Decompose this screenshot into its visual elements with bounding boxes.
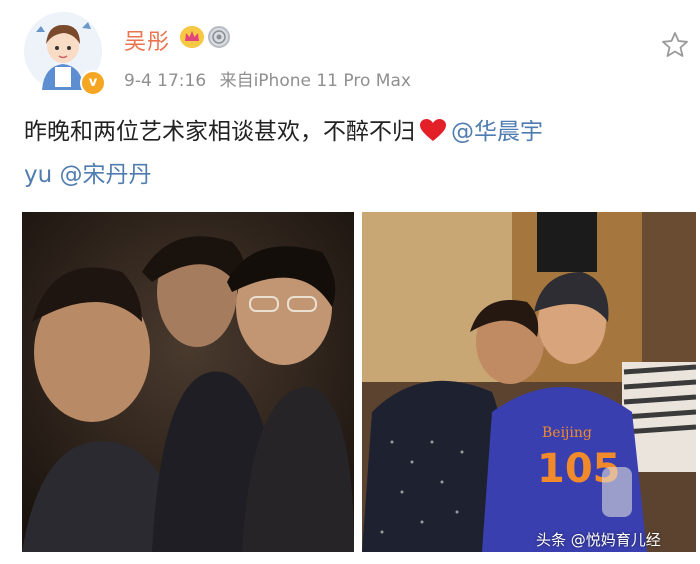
mention-link[interactable]: @宋丹丹 bbox=[60, 162, 152, 188]
heart-icon bbox=[419, 115, 447, 155]
photo-2-content: 105 Beijing bbox=[362, 212, 696, 552]
medal-icon bbox=[208, 26, 230, 48]
photo-1-content bbox=[22, 212, 354, 552]
weibo-post: v 吴彤 9-4 17:16 来自iPhone 11 Pro Max 昨晚和两位… bbox=[0, 0, 700, 564]
user-badges bbox=[180, 26, 230, 48]
post-body-text: 昨晚和两位艺术家相谈甚欢，不醉不归 bbox=[24, 119, 415, 145]
post-meta: 9-4 17:16 来自iPhone 11 Pro Max bbox=[124, 66, 419, 91]
post-source[interactable]: 来自iPhone 11 Pro Max bbox=[220, 71, 411, 91]
svg-text:Beijing: Beijing bbox=[542, 425, 592, 441]
crown-icon bbox=[180, 26, 204, 48]
watermark: 头条 @悦妈育儿经 bbox=[536, 531, 661, 549]
star-icon bbox=[662, 32, 688, 57]
verified-badge: v bbox=[80, 70, 106, 96]
favorite-button[interactable] bbox=[660, 30, 690, 60]
post-image-2[interactable]: 105 Beijing bbox=[362, 212, 696, 552]
mention-link[interactable]: @华晨宇 bbox=[451, 119, 543, 145]
username[interactable]: 吴彤 bbox=[124, 24, 170, 56]
post-time: 9-4 17:16 bbox=[124, 71, 207, 91]
post-text: 昨晚和两位艺术家相谈甚欢，不醉不归 @华晨宇 yu @宋丹丹 bbox=[24, 112, 684, 195]
post-image-1[interactable] bbox=[22, 212, 354, 552]
mention-link[interactable]: yu bbox=[24, 162, 52, 188]
